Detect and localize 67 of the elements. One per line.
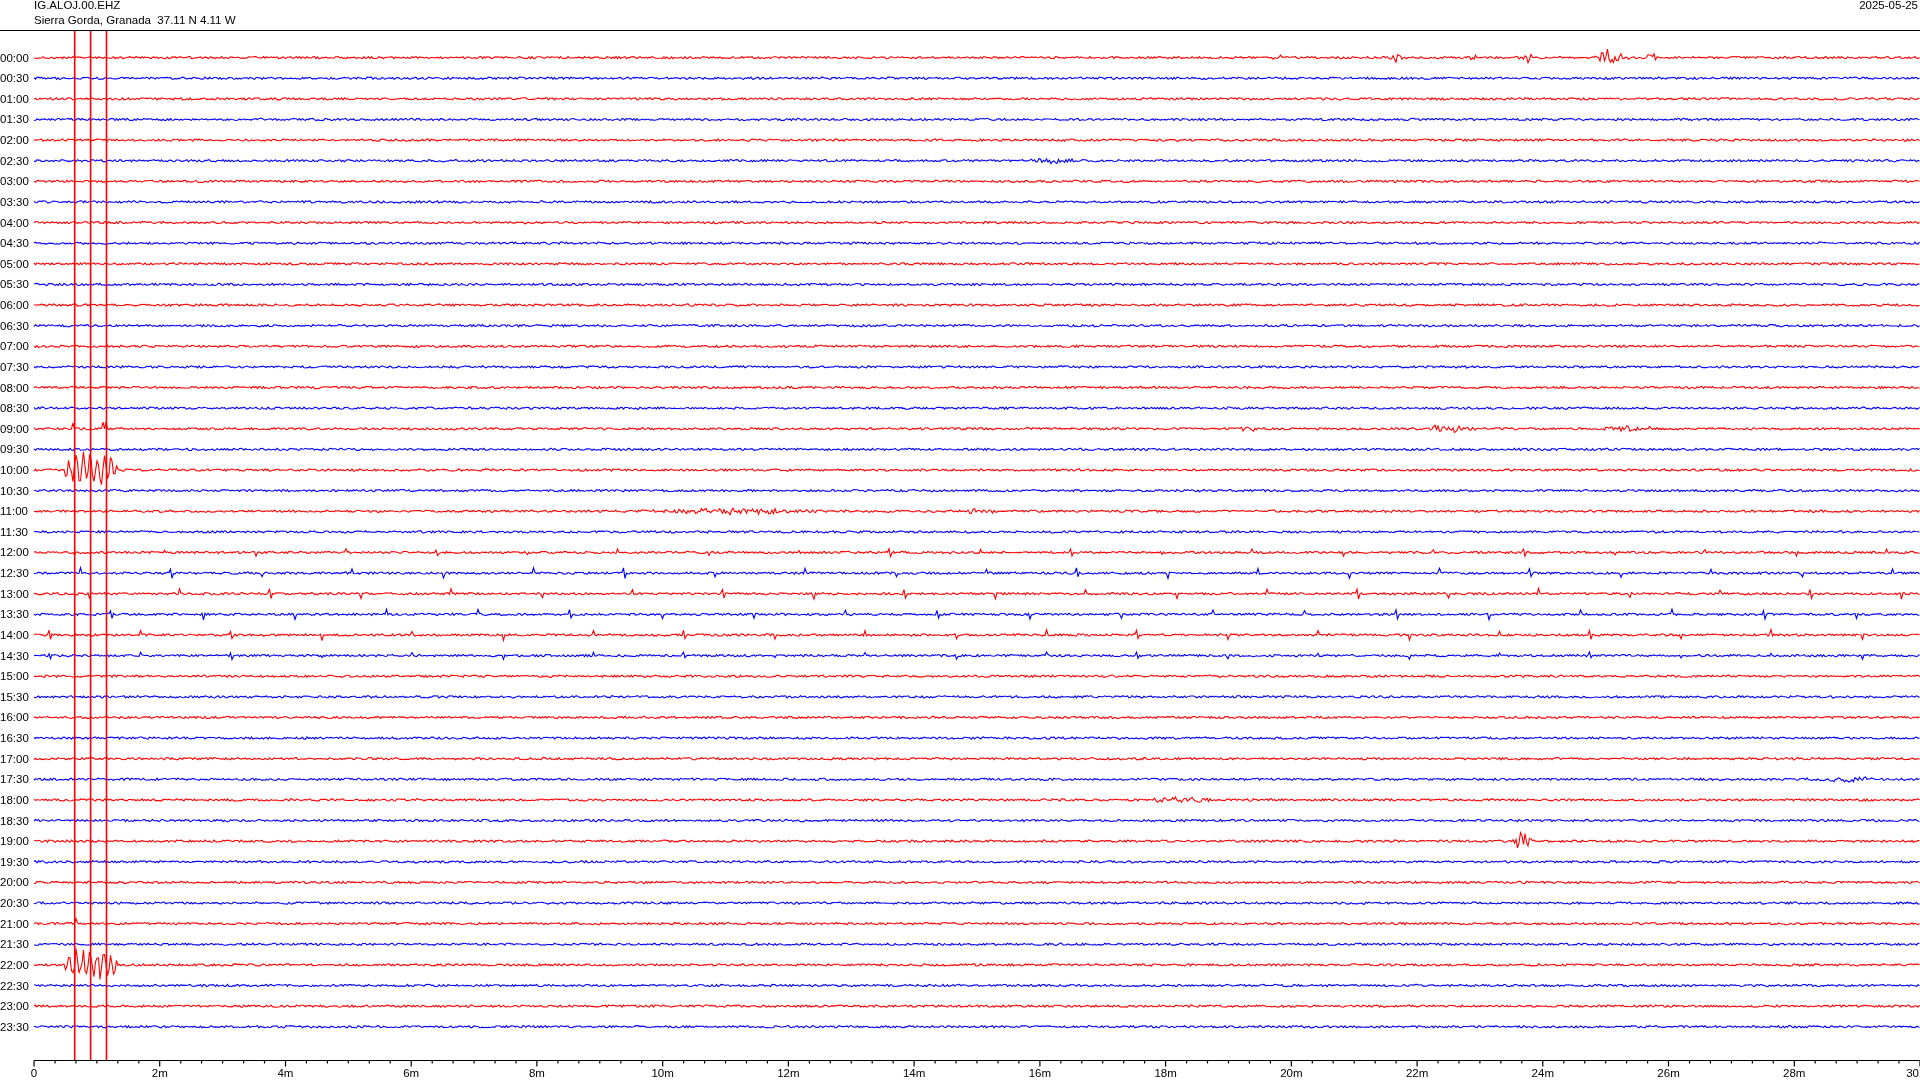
time-label: 11:00 <box>0 505 28 518</box>
axis-tick-label: 10m <box>651 1067 674 1079</box>
time-label: 07:30 <box>0 360 29 373</box>
time-label: 19:00 <box>0 835 29 848</box>
time-label: 10:00 <box>0 464 29 476</box>
axis-tick-label: 14m <box>902 1067 926 1079</box>
date-label: 2025-05-25 <box>1859 0 1918 11</box>
time-label: 11:30 <box>0 525 28 538</box>
axis-tick-label: 16m <box>1028 1067 1052 1079</box>
time-label: 08:30 <box>0 402 29 415</box>
time-label: 01:00 <box>0 92 29 105</box>
time-label: 02:00 <box>0 134 29 147</box>
time-label: 04:30 <box>0 237 29 250</box>
time-label: 07:00 <box>0 340 29 353</box>
time-label: 09:30 <box>0 443 29 456</box>
time-label: 05:00 <box>0 257 29 270</box>
time-label: 04:00 <box>0 216 29 229</box>
time-label: 14:00 <box>0 628 29 641</box>
axis-tick-label: 12m <box>777 1067 800 1079</box>
time-label: 03:00 <box>0 175 29 188</box>
time-label: 00:30 <box>0 72 29 85</box>
axis-tick-label: 20m <box>1280 1067 1303 1079</box>
time-label: 01:30 <box>0 113 29 126</box>
time-label: 22:00 <box>0 958 29 971</box>
axis-tick-label: 28m <box>1783 1067 1806 1079</box>
time-label: 19:30 <box>0 855 29 868</box>
station-code: IG.ALOJ.00.EHZ <box>34 0 121 11</box>
time-label: 00:00 <box>0 51 29 64</box>
station-location: Sierra Gorda, Granada 37.11 N 4.11 W <box>34 14 236 26</box>
time-label: 09:00 <box>0 422 29 435</box>
time-label: 14:30 <box>0 649 29 662</box>
time-label: 16:30 <box>0 732 29 745</box>
time-label: 22:30 <box>0 979 29 992</box>
time-label: 23:30 <box>0 1020 29 1033</box>
time-label: 10:30 <box>0 484 29 497</box>
time-label: 06:30 <box>0 319 29 332</box>
time-label: 13:30 <box>0 608 29 621</box>
axis-tick-label: 22m <box>1405 1067 1429 1079</box>
time-label: 18:30 <box>0 814 29 827</box>
axis-tick-label: 24m <box>1531 1067 1554 1079</box>
time-label: 15:00 <box>0 670 29 683</box>
axis-tick-label: 6m <box>403 1067 420 1079</box>
axis-tick-label: 18m <box>1154 1067 1177 1079</box>
time-label: 17:00 <box>0 752 29 765</box>
axis-tick-label: 8m <box>528 1067 545 1079</box>
time-label: 12:00 <box>0 546 29 559</box>
axis-tick-label: 4m <box>277 1067 294 1079</box>
time-label: 06:00 <box>0 299 29 312</box>
time-label: 03:30 <box>0 195 29 208</box>
time-label: 17:30 <box>0 773 29 786</box>
time-label: 13:00 <box>0 587 29 600</box>
axis-tick-label: 26m <box>1657 1067 1680 1079</box>
axis-tick-label: 30 <box>1906 1067 1919 1079</box>
axis-tick-label: 2m <box>151 1067 168 1079</box>
time-label: 18:00 <box>0 793 29 806</box>
time-label: 20:30 <box>0 897 29 909</box>
time-label: 12:30 <box>0 567 29 580</box>
time-label: 08:00 <box>0 381 29 394</box>
time-label: 16:00 <box>0 711 29 724</box>
time-label: 02:30 <box>0 154 29 167</box>
time-label: 23:00 <box>0 1000 29 1013</box>
time-label: 20:00 <box>0 876 29 889</box>
axis-tick-label: 0 <box>30 1067 38 1079</box>
time-label: 21:30 <box>0 938 29 951</box>
time-label: 15:30 <box>0 690 29 703</box>
time-label: 05:30 <box>0 278 29 291</box>
time-label: 21:00 <box>0 917 29 930</box>
